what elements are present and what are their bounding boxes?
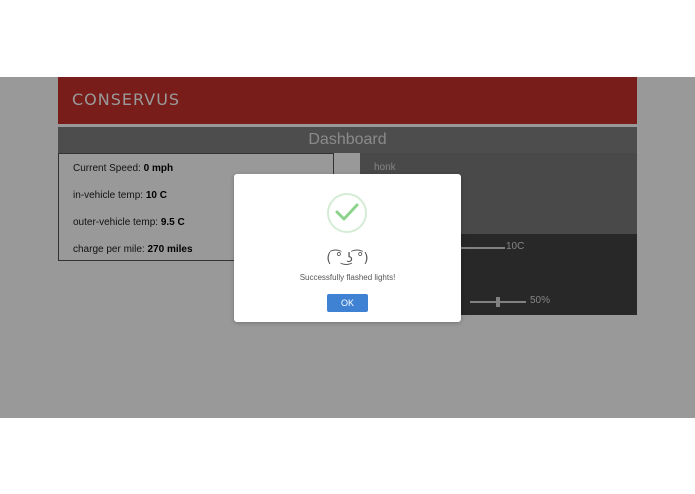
success-icon-circle [327, 193, 367, 233]
modal-message: Successfully flashed lights! [299, 273, 396, 282]
page: CONSERVUS Dashboard Current Speed: 0 mph… [0, 0, 695, 494]
success-modal: ( ͡° ͜ʖ ͡°) Successfully flashed lights!… [234, 174, 461, 322]
ok-button[interactable]: OK [327, 294, 368, 312]
lenny-face-text: ( ͡° ͜ʖ ͡°) [326, 251, 369, 266]
checkmark-icon [335, 203, 359, 221]
